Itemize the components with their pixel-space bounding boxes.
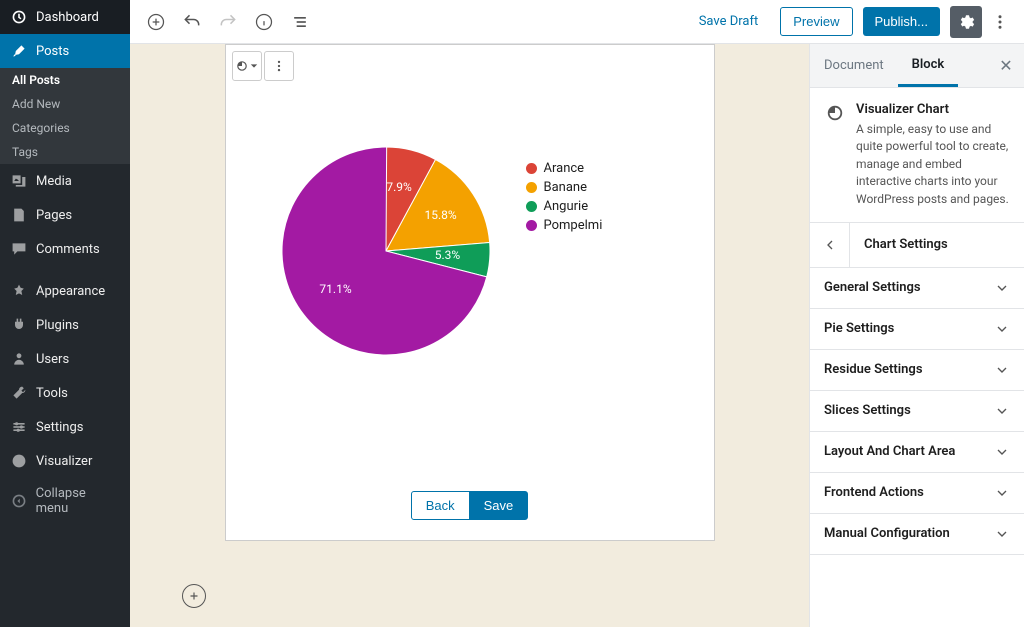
sidebar-sub-all-posts[interactable]: All Posts	[0, 68, 130, 92]
slice-label: 5.3%	[435, 248, 460, 262]
info-button[interactable]	[248, 6, 280, 38]
sidebar-item-settings[interactable]: Settings	[0, 410, 130, 444]
sidebar-item-pages[interactable]: Pages	[0, 198, 130, 232]
sidebar-item-appearance[interactable]: Appearance	[0, 274, 130, 308]
chevron-down-icon	[994, 362, 1010, 378]
pie-chart: 7.9% 15.8% 5.3% 71.1% Arance Banane Angurie Po…	[226, 81, 714, 481]
comments-icon	[10, 240, 28, 258]
visualizer-chart-block[interactable]: 7.9% 15.8% 5.3% 71.1% Arance Banane Angurie Po…	[225, 44, 715, 541]
sidebar-label: Posts	[36, 44, 69, 59]
pin-icon	[10, 42, 28, 60]
accordion-general-settings[interactable]: General Settings	[810, 268, 1024, 309]
editor-canvas: 7.9% 15.8% 5.3% 71.1% Arance Banane Angurie Po…	[130, 44, 809, 627]
block-type-dropdown[interactable]	[232, 51, 262, 81]
slice-label: 71.1%	[319, 282, 351, 296]
accordion-pie-settings[interactable]: Pie Settings	[810, 309, 1024, 350]
add-block-button[interactable]	[140, 6, 172, 38]
sidebar-item-posts[interactable]: Posts	[0, 34, 130, 68]
sidebar-label: Dashboard	[36, 10, 99, 25]
wp-admin-sidebar: Dashboard Posts All Posts Add New Catego…	[0, 0, 130, 627]
slice-label: 15.8%	[425, 208, 457, 222]
settings-icon	[10, 418, 28, 436]
slice-label: 7.9%	[386, 180, 411, 194]
accordion-frontend-actions[interactable]: Frontend Actions	[810, 473, 1024, 514]
outline-button[interactable]	[284, 6, 316, 38]
dashboard-icon	[10, 8, 28, 26]
media-icon	[10, 172, 28, 190]
redo-button[interactable]	[212, 6, 244, 38]
chevron-down-icon	[994, 444, 1010, 460]
sidebar-item-dashboard[interactable]: Dashboard	[0, 0, 130, 34]
sidebar-item-collapse[interactable]: Collapse menu	[0, 478, 130, 524]
tab-block[interactable]: Block	[898, 44, 959, 87]
chevron-down-icon	[994, 485, 1010, 501]
plugins-icon	[10, 316, 28, 334]
block-description: A simple, easy to use and quite powerful…	[856, 121, 1010, 208]
sidebar-item-media[interactable]: Media	[0, 164, 130, 198]
close-panel-button[interactable]: ✕	[988, 44, 1024, 87]
tab-document[interactable]: Document	[810, 44, 898, 87]
sidebar-sub-categories[interactable]: Categories	[0, 116, 130, 140]
users-icon	[10, 350, 28, 368]
block-name: Visualizer Chart	[856, 102, 1010, 117]
legend-item: Pompelmi	[526, 218, 603, 233]
sidebar-sub-add-new[interactable]: Add New	[0, 92, 130, 116]
panel-section-heading: Chart Settings	[850, 237, 1024, 252]
accordion-residue-settings[interactable]: Residue Settings	[810, 350, 1024, 391]
legend-item: Arance	[526, 161, 603, 176]
more-menu-button[interactable]	[986, 6, 1014, 38]
publish-button[interactable]: Publish...	[863, 7, 940, 36]
block-save-button[interactable]: Save	[469, 491, 529, 520]
pie-icon	[824, 102, 846, 124]
legend-item: Banane	[526, 180, 603, 195]
chevron-down-icon	[994, 280, 1010, 296]
accordion-manual-configuration[interactable]: Manual Configuration	[810, 514, 1024, 555]
chart-settings-back-button[interactable]	[810, 223, 850, 267]
block-toolbar	[226, 45, 714, 81]
tools-icon	[10, 384, 28, 402]
collapse-icon	[10, 492, 28, 510]
visualizer-icon	[10, 452, 28, 470]
block-inspector: Document Block ✕ Visualizer Chart A simp…	[809, 44, 1024, 627]
sidebar-sub-tags[interactable]: Tags	[0, 140, 130, 164]
editor-topbar: Save Draft Preview Publish...	[130, 0, 1024, 44]
accordion-layout-and-chart-area[interactable]: Layout And Chart Area	[810, 432, 1024, 473]
insert-block-button[interactable]	[182, 584, 206, 608]
save-draft-link[interactable]: Save Draft	[687, 6, 771, 37]
sidebar-item-tools[interactable]: Tools	[0, 376, 130, 410]
chevron-down-icon	[994, 321, 1010, 337]
appearance-icon	[10, 282, 28, 300]
preview-button[interactable]: Preview	[780, 7, 852, 36]
accordion-slices-settings[interactable]: Slices Settings	[810, 391, 1024, 432]
pages-icon	[10, 206, 28, 224]
sidebar-item-users[interactable]: Users	[0, 342, 130, 376]
sidebar-item-comments[interactable]: Comments	[0, 232, 130, 266]
sidebar-item-visualizer[interactable]: Visualizer	[0, 444, 130, 478]
undo-button[interactable]	[176, 6, 208, 38]
block-back-button[interactable]: Back	[411, 491, 470, 520]
chevron-down-icon	[994, 403, 1010, 419]
sidebar-item-plugins[interactable]: Plugins	[0, 308, 130, 342]
legend-item: Angurie	[526, 199, 603, 214]
block-more-button[interactable]	[264, 51, 294, 81]
chevron-down-icon	[994, 526, 1010, 542]
settings-gear-button[interactable]	[950, 6, 982, 38]
chart-legend: Arance Banane Angurie Pompelmi	[526, 161, 603, 237]
